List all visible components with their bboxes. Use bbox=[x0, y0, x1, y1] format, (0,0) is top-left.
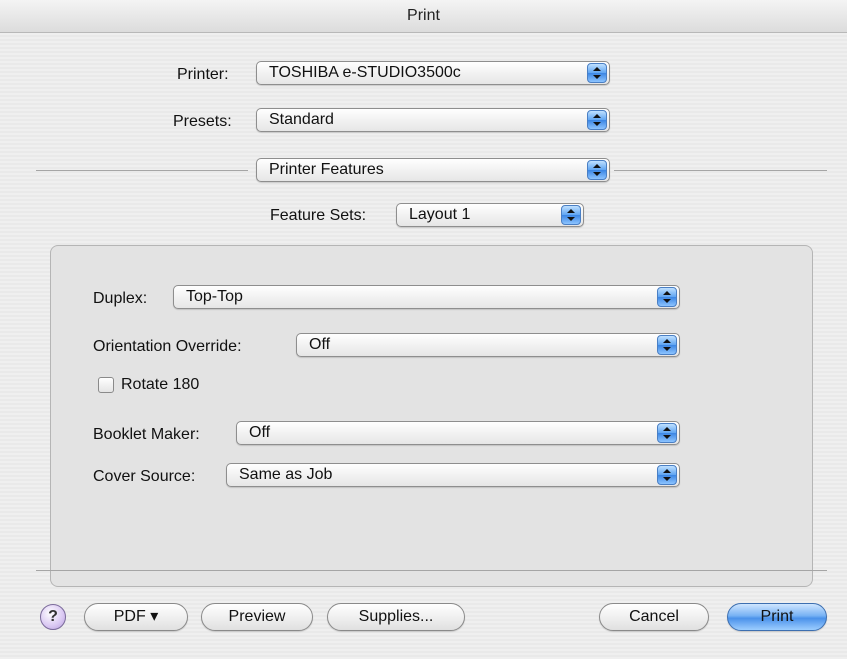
window-title: Print bbox=[0, 0, 847, 33]
separator-left bbox=[36, 170, 248, 171]
popup-arrows-icon bbox=[587, 110, 607, 130]
cover-source-label: Cover Source: bbox=[93, 468, 196, 485]
footer-separator bbox=[36, 570, 827, 571]
panel-select[interactable]: Printer Features bbox=[256, 158, 610, 182]
print-dialog: Printer: TOSHIBA e-STUDIO3500c Presets: … bbox=[0, 33, 847, 659]
presets-label: Presets: bbox=[173, 113, 232, 130]
popup-arrows-icon bbox=[561, 205, 581, 225]
popup-arrows-icon bbox=[587, 63, 607, 83]
print-button[interactable]: Print bbox=[727, 603, 827, 631]
popup-arrows-icon bbox=[657, 423, 677, 443]
booklet-maker-label: Booklet Maker: bbox=[93, 426, 200, 443]
booklet-maker-value: Off bbox=[249, 424, 271, 441]
rotate-180-checkbox[interactable] bbox=[98, 377, 114, 393]
supplies-button[interactable]: Supplies... bbox=[327, 603, 465, 631]
booklet-maker-select[interactable]: Off bbox=[236, 421, 680, 445]
orientation-override-label: Orientation Override: bbox=[93, 338, 242, 355]
separator-right bbox=[614, 170, 827, 171]
pdf-menu-button[interactable]: PDF ▾ bbox=[84, 603, 188, 631]
feature-sets-value: Layout 1 bbox=[409, 206, 471, 223]
duplex-value: Top-Top bbox=[186, 288, 243, 305]
printer-select[interactable]: TOSHIBA e-STUDIO3500c bbox=[256, 61, 610, 85]
popup-arrows-icon bbox=[587, 160, 607, 180]
preview-button[interactable]: Preview bbox=[201, 603, 313, 631]
feature-sets-select[interactable]: Layout 1 bbox=[396, 203, 584, 227]
feature-sets-label: Feature Sets: bbox=[270, 207, 367, 224]
duplex-label: Duplex: bbox=[93, 290, 148, 307]
panel-value: Printer Features bbox=[269, 161, 384, 178]
presets-value: Standard bbox=[269, 111, 334, 128]
orientation-override-value: Off bbox=[309, 336, 331, 353]
orientation-override-select[interactable]: Off bbox=[296, 333, 680, 357]
cover-source-value: Same as Job bbox=[239, 466, 333, 483]
help-button[interactable]: ? bbox=[40, 604, 66, 630]
popup-arrows-icon bbox=[657, 287, 677, 307]
printer-value: TOSHIBA e-STUDIO3500c bbox=[269, 64, 461, 81]
rotate-180-label: Rotate 180 bbox=[121, 376, 200, 393]
printer-label: Printer: bbox=[177, 66, 229, 83]
cover-source-select[interactable]: Same as Job bbox=[226, 463, 680, 487]
popup-arrows-icon bbox=[657, 465, 677, 485]
duplex-select[interactable]: Top-Top bbox=[173, 285, 680, 309]
cancel-button[interactable]: Cancel bbox=[599, 603, 709, 631]
presets-select[interactable]: Standard bbox=[256, 108, 610, 132]
popup-arrows-icon bbox=[657, 335, 677, 355]
